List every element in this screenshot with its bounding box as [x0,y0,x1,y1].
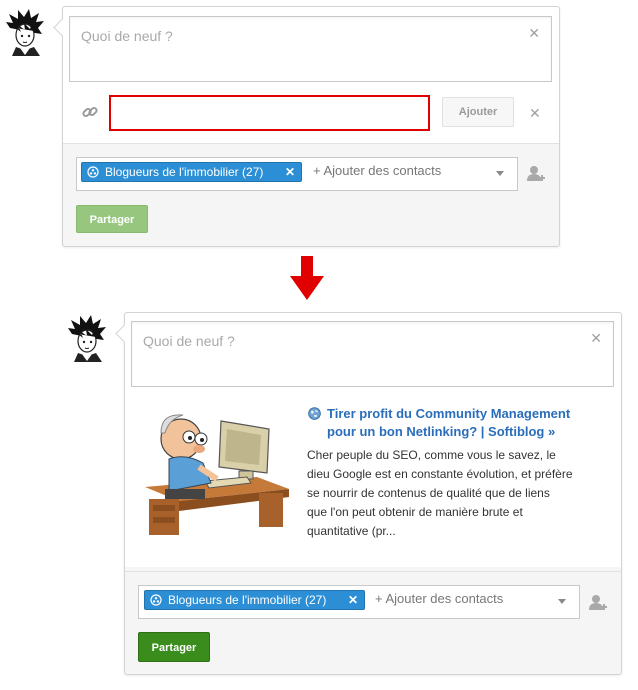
close-icon[interactable]: ✕ [590,331,602,345]
preview-thumbnail[interactable] [139,403,291,539]
url-input[interactable] [109,95,430,131]
status-input[interactable]: Quoi de neuf ? ✕ [131,321,614,387]
preview-desc-line: Cher peuple du SEO, comme vous le savez,… [307,448,556,462]
chevron-down-icon[interactable] [496,171,504,176]
share-card-after: Quoi de neuf ? ✕ Tirer profit du Communi… [115,312,622,675]
recipient-chip-label: Blogueurs de l'immobilier (27) [168,593,327,607]
add-contacts-input[interactable]: + Ajouter des contacts [313,163,441,178]
user-avatar [66,314,108,362]
preview-desc-line: quantitative (pr... [307,524,396,538]
user-avatar [4,8,46,56]
status-placeholder: Quoi de neuf ? [143,333,235,349]
recipients-field[interactable]: Blogueurs de l'immobilier (27) ✕ + Ajout… [138,585,580,619]
preview-title-line[interactable]: Tirer profit du Community Management [307,405,607,423]
preview-title-line[interactable]: pour un bon Netlinking? | Softiblog » [307,423,607,441]
add-person-icon[interactable] [588,593,608,613]
preview-desc-line: que l'on peut obtenir de manière brute e… [307,505,523,519]
link-icon[interactable] [81,103,99,121]
add-link-button[interactable]: Ajouter [442,97,514,127]
chevron-down-icon[interactable] [558,599,566,604]
preview-desc-line: se nourrir de contenus de qualité que de… [307,486,550,500]
add-contacts-input[interactable]: + Ajouter des contacts [375,591,503,606]
close-icon[interactable]: ✕ [528,26,540,40]
down-arrow-icon [290,256,324,300]
add-person-icon[interactable] [526,164,546,184]
share-button[interactable]: Partager [138,632,210,662]
recipient-chip[interactable]: Blogueurs de l'immobilier (27) ✕ [81,162,302,182]
preview-title[interactable]: Tirer profit du Community Management pou… [307,405,607,441]
share-button[interactable]: Partager [76,205,148,233]
close-icon[interactable]: ✕ [529,106,541,120]
recipients-field[interactable]: Blogueurs de l'immobilier (27) ✕ + Ajout… [76,157,518,191]
preview-description: Cher peuple du SEO, comme vous le savez,… [307,446,607,541]
status-input[interactable]: Quoi de neuf ? ✕ [69,16,552,82]
status-placeholder: Quoi de neuf ? [81,28,173,44]
recipient-chip[interactable]: Blogueurs de l'immobilier (27) ✕ [144,590,365,610]
share-card-before: Quoi de neuf ? ✕ Ajouter ✕ Blogueurs de … [53,6,560,247]
remove-chip-icon[interactable]: ✕ [348,590,358,610]
preview-desc-line: dieu Google est en constante évolution, … [307,467,573,481]
circle-icon [150,594,162,606]
recipient-chip-label: Blogueurs de l'immobilier (27) [105,165,264,179]
remove-chip-icon[interactable]: ✕ [285,162,295,182]
circle-icon [87,166,99,178]
